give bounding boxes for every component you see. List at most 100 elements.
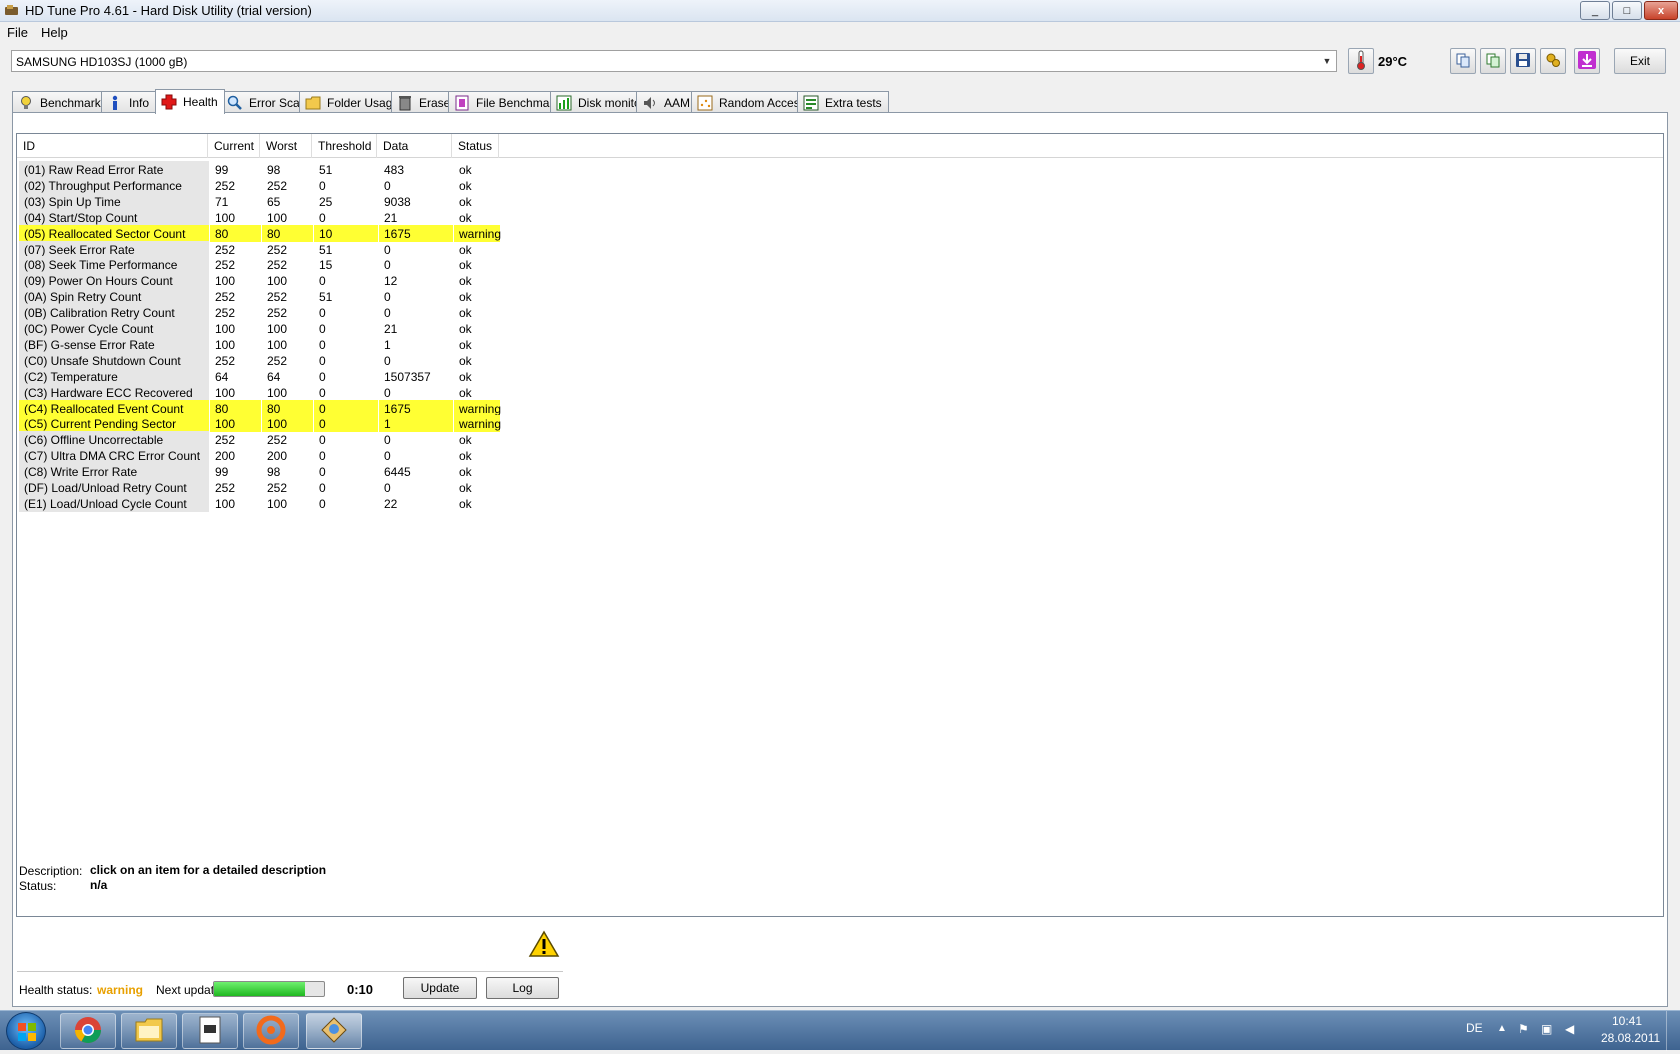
cell-data: 0 [384,433,391,448]
cell-id: (0B) Calibration Retry Count [19,304,209,322]
tab-folder-usage[interactable]: Folder Usage [299,91,407,113]
drive-select[interactable]: SAMSUNG HD103SJ (1000 gB) ▼ [11,50,1337,72]
cell-status: ok [459,369,472,384]
tab-label: Extra tests [825,95,882,110]
volume-icon[interactable]: ◀ [1565,1022,1574,1036]
table-row[interactable]: (DF) Load/Unload Retry Count 252 252 0 0 ok [19,479,520,496]
column-header-worst[interactable]: Worst [260,134,312,158]
table-row[interactable]: (C3) Hardware ECC Recovered 100 100 0 0 ok [19,383,520,401]
cell-data: 0 [384,385,391,400]
random-access-icon [697,95,713,111]
table-row[interactable]: (07) Seek Error Rate 252 252 51 0 ok [19,240,520,258]
table-row[interactable]: (05) Reallocated Sector Count 80 80 10 1675 w… [19,224,520,242]
menu-help[interactable]: Help [41,25,68,40]
maximize-button[interactable]: □ [1612,1,1642,20]
tab-health[interactable]: Health [155,89,225,114]
cell-current: 100 [215,496,236,511]
action-center-icon[interactable]: ⚑ [1518,1022,1529,1036]
temperature-button[interactable] [1348,48,1374,74]
table-row[interactable]: (04) Start/Stop Count 100 100 0 21 ok [19,208,520,226]
column-header-current[interactable]: Current [208,134,260,158]
cell-current: 100 [215,274,236,289]
table-row[interactable]: (08) Seek Time Performance 252 252 15 0 ok [19,256,520,274]
cell-worst: 100 [267,210,288,225]
column-header-data[interactable]: Data [377,134,452,158]
column-header-threshold[interactable]: Threshold [312,134,377,158]
chevron-down-icon[interactable]: ▼ [1318,51,1336,71]
cell-data: 1507357 [384,369,431,384]
tab-file-benchmark[interactable]: File Benchmark [448,91,567,113]
clock-date[interactable]: 28.08.2011 [1601,1031,1660,1045]
close-button[interactable]: x [1644,1,1678,20]
warning-triangle-icon [528,930,560,961]
table-row[interactable]: (0C) Power Cycle Count 100 100 0 21 ok [19,320,520,337]
table-row[interactable]: (C8) Write Error Rate 99 98 0 6445 ok [19,463,520,481]
copy-info-button[interactable] [1450,48,1476,74]
taskbar-explorer[interactable] [121,1013,177,1049]
clock-time[interactable]: 10:41 [1612,1014,1642,1028]
tab-label: Erase [419,95,451,110]
table-row[interactable]: (C5) Current Pending Sector 100 100 0 1 warni… [19,415,520,433]
cell-status: ok [459,433,472,448]
table-row[interactable]: (09) Power On Hours Count 100 100 0 12 ok [19,272,520,290]
exit-button[interactable]: Exit [1614,48,1666,74]
cell-worst: 252 [267,433,288,448]
cell-id: (C7) Ultra DMA CRC Error Count [19,447,209,465]
tab-info[interactable]: Info [101,91,157,113]
start-button[interactable] [6,1012,46,1050]
column-header-id[interactable]: ID [17,134,208,158]
taskbar-hdtune[interactable] [306,1013,362,1049]
cell-id: (BF) G-sense Error Rate [19,335,209,353]
cell-data: 21 [384,210,398,225]
table-row[interactable]: (0A) Spin Retry Count 252 252 51 0 ok [19,288,520,306]
taskbar-chrome[interactable] [60,1013,116,1049]
menu-bar: File Help [0,22,1680,42]
update-button[interactable]: Update [403,977,477,999]
tab-label: Info [129,95,150,110]
cell-id: (09) Power On Hours Count [19,272,209,290]
chrome-icon [73,1015,103,1048]
table-row[interactable]: (C2) Temperature 64 64 0 1507357 ok [19,367,520,385]
tab-random-access[interactable]: Random Access [691,91,813,113]
cell-status: ok [459,242,472,257]
table-row[interactable]: (02) Throughput Performance 252 252 0 0 ok [19,176,520,194]
taskbar-document[interactable] [182,1013,238,1049]
cell-status: ok [459,274,472,289]
table-row[interactable]: (E1) Load/Unload Cycle Count 100 100 0 22 ok [19,494,520,512]
cell-id: (08) Seek Time Performance [19,256,209,274]
table-row[interactable]: (0B) Calibration Retry Count 252 252 0 0 ok [19,304,520,322]
description-label: Description: [19,864,83,878]
tools-icon [1545,52,1561,71]
cell-worst: 252 [267,178,288,193]
cell-current: 252 [215,481,236,495]
table-row[interactable]: (01) Raw Read Error Rate 99 98 51 483 ok [19,161,520,178]
cell-threshold: 25 [319,194,333,209]
log-button[interactable]: Log [486,977,559,999]
taskbar-origin[interactable] [243,1013,299,1049]
cell-current: 71 [215,194,229,209]
menu-file[interactable]: File [7,25,28,40]
folder-icon [305,95,321,111]
language-indicator[interactable]: DE [1466,1021,1483,1035]
column-header-status[interactable]: Status [452,134,499,158]
network-icon[interactable]: ▣ [1541,1022,1552,1036]
cell-worst: 100 [267,496,288,511]
save-button[interactable] [1510,48,1536,74]
tray-expand-icon[interactable]: ▲ [1497,1023,1507,1034]
table-row[interactable]: (BF) G-sense Error Rate 100 100 0 1 ok [19,335,520,353]
cell-worst: 98 [267,163,281,177]
table-row[interactable]: (C4) Reallocated Event Count 80 80 0 1675 war… [19,399,520,417]
tab-extra-tests[interactable]: Extra tests [797,91,889,113]
tab-aam[interactable]: AAM [636,91,698,113]
table-row[interactable]: (C6) Offline Uncorrectable 252 252 0 0 ok [19,431,520,449]
table-row[interactable]: (C7) Ultra DMA CRC Error Count 200 200 0 0 ok [19,447,520,465]
options-button[interactable] [1540,48,1566,74]
copy-all-button[interactable] [1480,48,1506,74]
table-row[interactable]: (03) Spin Up Time 71 65 25 9038 ok [19,192,520,210]
show-desktop-button[interactable] [1666,1011,1680,1051]
minimize-button[interactable]: _ [1580,1,1610,20]
tab-benchmark[interactable]: Benchmark [12,91,108,113]
download-button[interactable] [1574,48,1600,74]
table-row[interactable]: (C0) Unsafe Shutdown Count 252 252 0 0 ok [19,351,520,369]
cell-threshold: 51 [319,163,333,177]
